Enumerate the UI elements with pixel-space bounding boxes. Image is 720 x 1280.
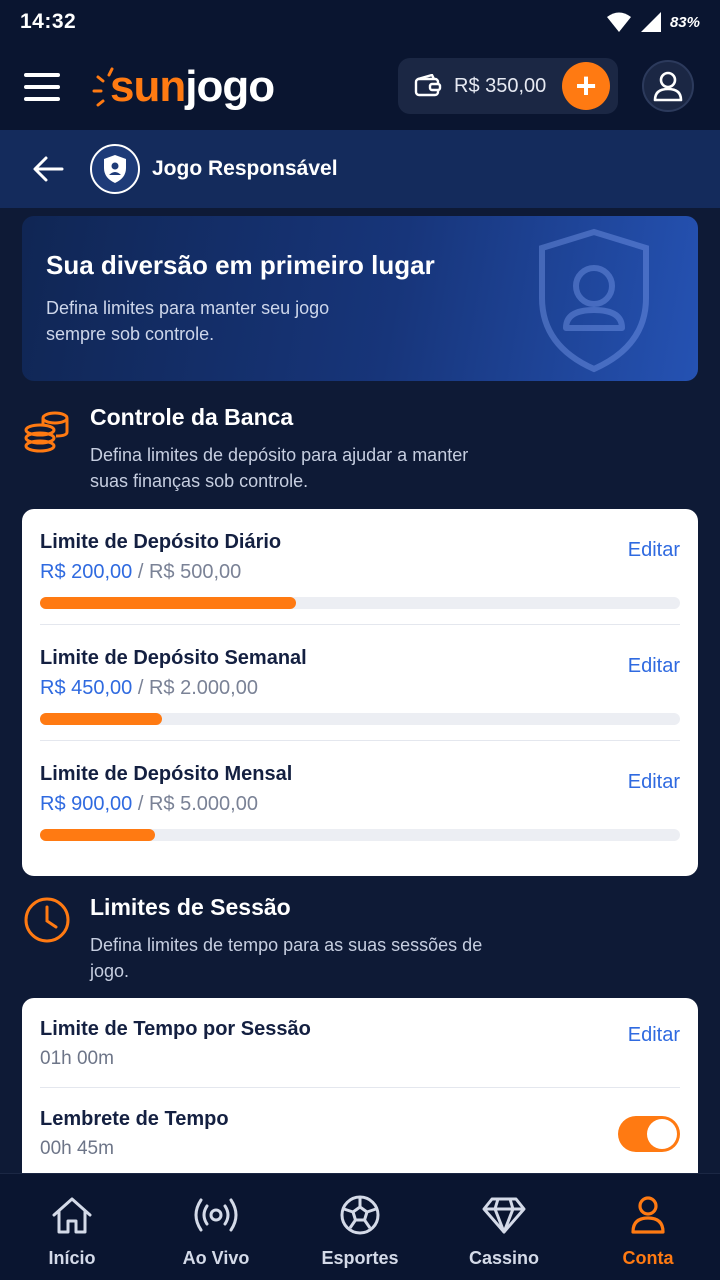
limit-separator: /: [132, 793, 149, 815]
status-time: 14:32: [20, 10, 77, 33]
limit-separator: /: [132, 561, 149, 583]
logo-jogo-text: jogo: [185, 62, 275, 111]
hero-subtitle: Defina limites para manter seu jogo semp…: [46, 298, 330, 344]
progress-fill: [40, 829, 156, 841]
edit-session-limit-button[interactable]: Editar: [628, 1024, 680, 1047]
bank-control-section: Controle da Banca Defina limites de depó…: [22, 404, 698, 504]
deposit-limit-row: Limite de Depósito Semanal R$ 450,00 / R…: [40, 625, 680, 741]
nav-label: Esportes: [321, 1248, 399, 1268]
progress-fill: [40, 597, 296, 609]
nav-label: Conta: [622, 1248, 674, 1268]
time-reminder-value: 00h 45m: [40, 1138, 114, 1159]
wallet-amount: R$ 350,00: [454, 74, 547, 97]
nav-label: Ao Vivo: [182, 1248, 250, 1268]
section-title: Controle da Banca: [90, 404, 294, 430]
session-limits-card: Limite de Tempo por Sessão 01h 00m Edita…: [22, 998, 698, 1188]
limit-max: R$ 5.000,00: [148, 793, 258, 815]
time-reminder-row: Lembrete de Tempo 00h 45m: [40, 1088, 680, 1178]
arrow-left-icon: [33, 156, 64, 182]
menu-line: [24, 85, 60, 89]
deposit-limit-row: Limite de Depósito Mensal R$ 900,00 / R$…: [40, 741, 680, 857]
add-funds-button[interactable]: +: [562, 62, 610, 110]
toggle-knob: [647, 1119, 677, 1149]
edit-monthly-limit-button[interactable]: Editar: [628, 771, 680, 794]
session-limit-label: Limite de Tempo por Sessão: [40, 1018, 311, 1040]
home-icon: [52, 1197, 92, 1234]
profile-button[interactable]: [642, 60, 694, 112]
limit-separator: /: [132, 677, 149, 699]
nav-ao-vivo[interactable]: Ao Vivo: [151, 1192, 281, 1269]
soccer-ball-icon: [340, 1195, 380, 1235]
limit-progress-bar: [40, 829, 680, 841]
limit-values: R$ 200,00 / R$ 500,00: [40, 561, 241, 584]
nav-conta[interactable]: Conta: [583, 1192, 713, 1269]
shield-user-icon: [104, 155, 126, 183]
user-icon: [631, 1196, 665, 1234]
user-icon: [653, 71, 683, 102]
section-description: Defina limites de depósito para ajudar a…: [90, 445, 469, 491]
nav-label: Início: [48, 1248, 96, 1268]
section-title: Limites de Sessão: [90, 894, 291, 920]
nav-inicio[interactable]: Início: [7, 1192, 137, 1269]
nav-label: Cassino: [468, 1248, 540, 1268]
limit-progress-bar: [40, 597, 680, 609]
clock-icon: [24, 897, 70, 943]
time-reminder-toggle[interactable]: [618, 1116, 680, 1152]
wallet-icon: [414, 74, 442, 97]
menu-button[interactable]: [24, 67, 72, 107]
nav-cassino[interactable]: Cassino: [439, 1192, 569, 1269]
time-reminder-label: Lembrete de Tempo: [40, 1108, 229, 1130]
wallet-balance[interactable]: R$ 350,00 +: [398, 58, 618, 114]
wifi-icon: [606, 12, 631, 32]
section-description: Defina limites de tempo para as suas ses…: [90, 935, 483, 981]
limit-current: R$ 900,00: [40, 793, 133, 815]
hero-banner: Sua diversão em primeiro lugar Defina li…: [22, 216, 698, 381]
limit-label: Limite de Depósito Semanal: [40, 647, 307, 669]
session-limit-value: 01h 00m: [40, 1048, 114, 1069]
diamond-icon: [482, 1197, 526, 1234]
limit-values: R$ 450,00 / R$ 2.000,00: [40, 677, 258, 700]
bottom-navigation: Início Ao Vivo Esportes Cassino Conta: [0, 1173, 720, 1280]
limit-current: R$ 450,00: [40, 677, 133, 699]
shield-user-icon: [539, 228, 649, 373]
status-bar: 14:32 83%: [0, 0, 720, 44]
limit-max: R$ 500,00: [148, 561, 242, 583]
logo-sun-text: sun: [110, 62, 186, 111]
live-broadcast-icon: [194, 1198, 238, 1232]
deposit-limit-row: Limite de Depósito Diário R$ 200,00 / R$…: [40, 509, 680, 625]
limit-values: R$ 900,00 / R$ 5.000,00: [40, 793, 258, 816]
progress-fill: [40, 713, 162, 725]
limit-label: Limite de Depósito Diário: [40, 531, 282, 553]
shield-badge: [90, 144, 140, 194]
brand-logo[interactable]: sun jogo: [92, 57, 275, 117]
edit-weekly-limit-button[interactable]: Editar: [628, 655, 680, 678]
session-limits-section: Limites de Sessão Defina limites de temp…: [22, 894, 698, 994]
deposit-limits-card: Limite de Depósito Diário R$ 200,00 / R$…: [22, 509, 698, 876]
limit-progress-bar: [40, 713, 680, 725]
page-title: Jogo Responsável: [152, 157, 338, 180]
back-button[interactable]: [30, 151, 66, 187]
limit-max: R$ 2.000,00: [148, 677, 258, 699]
nav-esportes[interactable]: Esportes: [295, 1192, 425, 1269]
menu-line: [24, 73, 60, 77]
cellular-signal-icon: [640, 12, 661, 32]
battery-indicator: 83%: [669, 13, 700, 31]
system-icons: 83%: [606, 11, 700, 33]
edit-daily-limit-button[interactable]: Editar: [628, 539, 680, 562]
coins-stack-icon: [24, 411, 69, 453]
menu-line: [24, 97, 60, 101]
page-subheader: Jogo Responsável: [0, 130, 720, 208]
app-header: sun jogo R$ 350,00 +: [0, 44, 720, 130]
limit-label: Limite de Depósito Mensal: [40, 763, 293, 785]
session-limit-row: Limite de Tempo por Sessão 01h 00m Edita…: [40, 998, 680, 1088]
limit-current: R$ 200,00: [40, 561, 133, 583]
